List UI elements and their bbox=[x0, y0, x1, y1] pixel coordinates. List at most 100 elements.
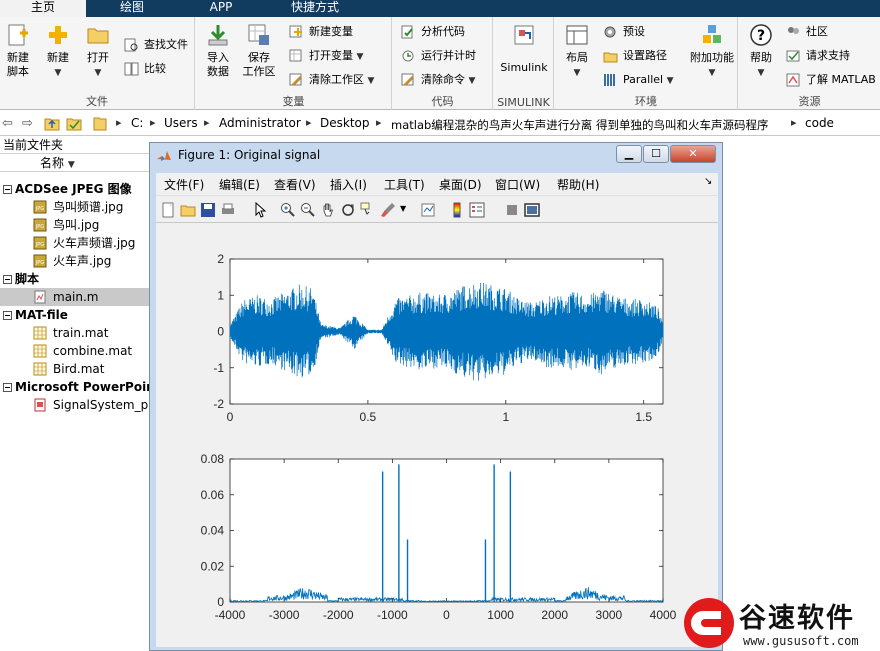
browse-folder-icon[interactable] bbox=[66, 116, 82, 131]
show-plot-tools-icon[interactable] bbox=[524, 202, 540, 218]
help-button[interactable]: ? 帮助 ▼ bbox=[743, 23, 779, 80]
link-plot-icon[interactable] bbox=[420, 202, 436, 218]
path-segment[interactable]: Desktop bbox=[320, 116, 370, 130]
menu-window[interactable]: 窗口(W) bbox=[495, 176, 540, 193]
analyze-code-button[interactable]: 分析代码 bbox=[401, 23, 465, 41]
open-variable-button[interactable]: 打开变量 ▼ bbox=[289, 47, 363, 65]
group-scripts[interactable]: 脚本 bbox=[0, 270, 39, 288]
list-item[interactable]: JPG 鸟叫.jpg bbox=[0, 216, 99, 234]
list-item[interactable]: JPG 火车声频谱.jpg bbox=[0, 234, 135, 252]
figure-titlebar[interactable]: Figure 1: Original signal ▁ ☐ ✕ bbox=[150, 143, 722, 169]
current-folder-pane: 当前文件夹 名称 ▼ ACDSee JPEG 图像 JPG 鸟叫频谱.jpg JP… bbox=[0, 136, 160, 651]
tab-home[interactable]: 主页 bbox=[0, 0, 86, 17]
set-path-icon bbox=[603, 52, 618, 63]
list-item[interactable]: JPG 鸟叫频谱.jpg bbox=[0, 198, 123, 216]
group-jpeg[interactable]: ACDSee JPEG 图像 bbox=[0, 180, 132, 198]
data-cursor-icon[interactable] bbox=[360, 202, 376, 218]
list-item[interactable]: SignalSystem_pr bbox=[0, 396, 153, 414]
community-button[interactable]: 社区 bbox=[786, 23, 828, 41]
mat-file-icon bbox=[33, 344, 47, 358]
menu-file[interactable]: 文件(F) bbox=[164, 176, 204, 193]
save-workspace-button[interactable]: 保存 工作区 bbox=[241, 23, 277, 79]
list-item[interactable]: combine.mat bbox=[0, 342, 132, 360]
open-file-icon[interactable] bbox=[180, 202, 196, 218]
list-item[interactable]: Bird.mat bbox=[0, 360, 104, 378]
find-files-icon bbox=[124, 38, 138, 52]
tab-shortcuts[interactable]: 快捷方式 bbox=[265, 0, 365, 17]
colorbar-icon[interactable] bbox=[449, 202, 465, 218]
back-arrow-icon[interactable]: ⇦ bbox=[2, 116, 13, 131]
zoom-in-icon[interactable] bbox=[280, 202, 296, 218]
y-tick-label: 1 bbox=[217, 288, 224, 302]
layout-button[interactable]: 布局 ▼ bbox=[559, 23, 595, 80]
new-variable-button[interactable]: 新建变量 bbox=[289, 23, 353, 41]
tab-apps[interactable]: APP bbox=[178, 0, 264, 17]
import-data-button[interactable]: 导入 数据 bbox=[200, 23, 236, 79]
maximize-button[interactable]: ☐ bbox=[643, 145, 669, 163]
x-tick-label: 0 bbox=[443, 608, 450, 622]
collapse-icon[interactable] bbox=[3, 185, 12, 194]
brush-icon[interactable] bbox=[380, 202, 396, 218]
legend-icon[interactable] bbox=[469, 202, 485, 218]
parallel-button[interactable]: Parallel ▼ bbox=[603, 71, 674, 89]
pointer-icon[interactable] bbox=[252, 202, 268, 218]
new-script-button[interactable]: 新建 脚本 bbox=[0, 23, 36, 79]
watermark-brand: 谷速软件 bbox=[739, 603, 855, 634]
zoom-out-icon[interactable] bbox=[300, 202, 316, 218]
save-icon[interactable] bbox=[200, 202, 216, 218]
dock-arrow-icon[interactable]: ↘ bbox=[704, 176, 712, 187]
group-environment: 布局 ▼ 预设 设置路径 Parallel ▼ 附加功能 ▼ 环境 bbox=[555, 17, 738, 110]
path-segment[interactable]: Administrator bbox=[219, 116, 301, 130]
collapse-icon[interactable] bbox=[3, 311, 12, 320]
list-item[interactable]: train.mat bbox=[0, 324, 109, 342]
compare-button[interactable]: 比较 bbox=[124, 60, 166, 78]
menu-edit[interactable]: 编辑(E) bbox=[219, 176, 260, 193]
x-tick-label: 3000 bbox=[596, 608, 623, 622]
run-and-time-button[interactable]: 运行并计时 bbox=[401, 47, 476, 65]
group-mat-file[interactable]: MAT-file bbox=[0, 306, 68, 324]
learn-matlab-icon bbox=[786, 73, 800, 87]
rotate-3d-icon[interactable] bbox=[340, 202, 356, 218]
menu-tools[interactable]: 工具(T) bbox=[384, 176, 425, 193]
svg-text:?: ? bbox=[757, 28, 765, 44]
clear-commands-button[interactable]: 清除命令 ▼ bbox=[401, 71, 475, 89]
find-files-button[interactable]: 查找文件 bbox=[124, 36, 188, 54]
preferences-button[interactable]: 预设 bbox=[603, 23, 645, 41]
menu-view[interactable]: 查看(V) bbox=[274, 176, 316, 193]
print-icon[interactable] bbox=[220, 202, 236, 218]
collapse-icon[interactable] bbox=[3, 275, 12, 284]
open-button[interactable]: 打开 ▼ bbox=[80, 23, 116, 80]
add-ons-button[interactable]: 附加功能 ▼ bbox=[688, 23, 736, 80]
path-segment[interactable]: matlab编程混杂的鸟声火车声进行分离 得到单独的鸟叫和火车声源码程序 bbox=[391, 117, 768, 133]
path-segment[interactable]: Users bbox=[164, 116, 198, 130]
up-folder-icon[interactable] bbox=[44, 116, 60, 131]
collapse-icon[interactable] bbox=[3, 383, 12, 392]
new-button[interactable]: 新建 ▼ bbox=[40, 23, 76, 80]
group-simulink-label: SIMULINK bbox=[497, 96, 550, 109]
menu-help[interactable]: 帮助(H) bbox=[557, 176, 599, 193]
learn-matlab-button[interactable]: 了解 MATLAB bbox=[786, 71, 876, 89]
x-tick-label: -2000 bbox=[323, 608, 354, 622]
list-item[interactable]: main.m bbox=[0, 288, 150, 306]
brush-dropdown-icon[interactable]: ▼ bbox=[400, 204, 406, 213]
menu-insert[interactable]: 插入(I) bbox=[330, 176, 367, 193]
menu-desktop[interactable]: 桌面(D) bbox=[439, 176, 482, 193]
new-figure-icon[interactable] bbox=[160, 202, 176, 218]
pan-hand-icon[interactable] bbox=[320, 202, 336, 218]
tab-plots[interactable]: 绘图 bbox=[87, 0, 177, 17]
hide-plot-tools-icon[interactable] bbox=[504, 202, 520, 218]
path-segment[interactable]: code bbox=[805, 116, 834, 130]
forward-arrow-icon[interactable]: ⇨ bbox=[22, 116, 33, 131]
name-column-header[interactable]: 名称 ▼ bbox=[0, 154, 150, 172]
group-powerpoint[interactable]: Microsoft PowerPoint bbox=[0, 378, 160, 396]
set-path-button[interactable]: 设置路径 bbox=[603, 47, 667, 65]
path-segment[interactable]: C: bbox=[131, 116, 143, 130]
learn-matlab-label: 了解 MATLAB bbox=[806, 73, 876, 86]
chevron-down-icon: ▼ bbox=[54, 68, 62, 78]
list-item[interactable]: JPG 火车声.jpg bbox=[0, 252, 111, 270]
minimize-button[interactable]: ▁ bbox=[616, 145, 642, 163]
simulink-button[interactable]: Simulink bbox=[498, 23, 550, 74]
clear-workspace-button[interactable]: 清除工作区 ▼ bbox=[289, 71, 374, 89]
close-button[interactable]: ✕ bbox=[670, 145, 716, 163]
request-support-button[interactable]: 请求支持 bbox=[786, 47, 850, 65]
